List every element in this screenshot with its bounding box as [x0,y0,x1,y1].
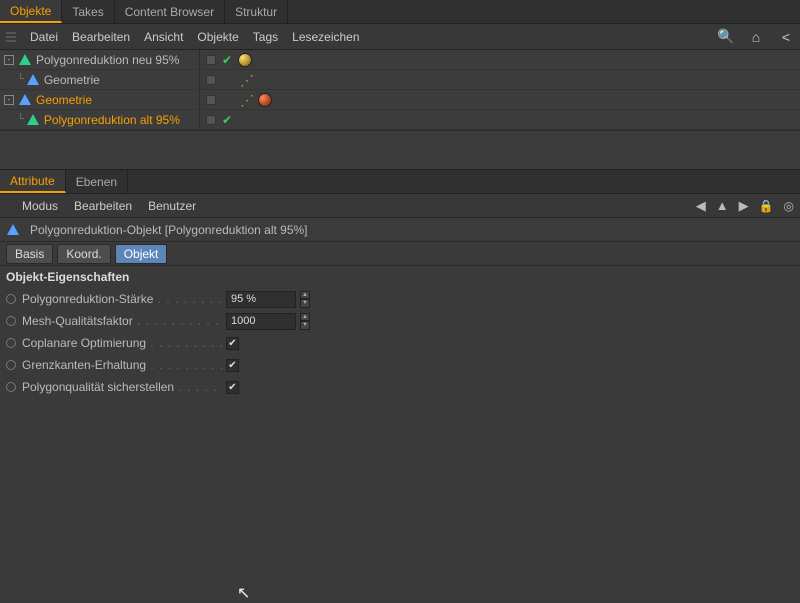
enable-check-icon[interactable]: ✔ [222,53,232,67]
tab-attribute[interactable]: Attribute [0,170,66,193]
cursor-icon: ↖ [237,583,250,603]
polygon-reduction-icon [18,53,32,67]
tree-label: Polygonreduktion neu 95% [36,53,179,67]
chevron-left-icon[interactable]: < [778,29,794,45]
menu-bearbeiten[interactable]: Bearbeiten [72,30,130,44]
prop-row: Coplanare Optimierung ✔ [0,332,800,354]
tree-toggle[interactable]: - [4,95,14,105]
menu-ansicht[interactable]: Ansicht [144,30,183,44]
tree-label: Polygonreduktion alt 95% [44,113,180,127]
tab-objekte[interactable]: Objekte [0,0,62,23]
prop-label: Grenzkanten-Erhaltung [22,358,222,372]
top-panel-tabs: Objekte Takes Content Browser Struktur [0,0,800,24]
objects-menubar: Datei Bearbeiten Ansicht Objekte Tags Le… [0,24,800,50]
menu-objekte[interactable]: Objekte [197,30,238,44]
tree-toggle[interactable]: - [4,55,14,65]
prop-label: Mesh-Qualitätsfaktor [22,314,222,328]
param-bullet-icon[interactable] [6,360,16,370]
quality-checkbox[interactable]: ✔ [226,381,239,394]
visibility-tag[interactable] [206,95,216,105]
param-bullet-icon[interactable] [6,316,16,326]
tree-row[interactable]: └ Geometrie ⋰ [0,70,800,90]
tree-row[interactable]: - Polygonreduktion neu 95% ✔ [0,50,800,70]
prop-label: Polygonqualität sicherstellen [22,380,222,394]
prop-label: Coplanare Optimierung [22,336,222,350]
target-icon[interactable]: ◎ [784,199,794,213]
subtab-basis[interactable]: Basis [6,244,53,264]
search-icon[interactable]: 🔍 [718,29,734,45]
spinner[interactable]: ▲▼ [300,313,310,330]
visibility-tag[interactable] [206,115,216,125]
tab-ebenen[interactable]: Ebenen [66,170,128,193]
prop-row: Mesh-Qualitätsfaktor ▲▼ [0,310,800,332]
geometry-icon [26,73,40,87]
spinner[interactable]: ▲▼ [300,291,310,308]
tree-row[interactable]: └ Polygonreduktion alt 95% ✔ [0,110,800,130]
menu-bearbeiten[interactable]: Bearbeiten [74,199,132,213]
tree-label: Geometrie [36,93,92,107]
menu-tags[interactable]: Tags [253,30,278,44]
polygon-reduction-icon [26,113,40,127]
grip-icon[interactable] [6,32,16,42]
points-tag[interactable]: ⋰ [240,96,252,104]
visibility-tag[interactable] [206,55,216,65]
material-tag[interactable] [238,53,252,67]
coplanar-checkbox[interactable]: ✔ [226,337,239,350]
tree-label: Geometrie [44,73,100,87]
polygon-reduction-icon [6,223,20,237]
attribute-panel-tabs: Attribute Ebenen [0,170,800,194]
enable-check-icon[interactable]: ✔ [222,113,232,127]
subtab-objekt[interactable]: Objekt [115,244,168,264]
mesh-quality-input[interactable] [226,313,296,330]
nav-up-icon[interactable]: ▲ [716,198,729,213]
tree-connector: └ [4,74,24,86]
prop-label: Polygonreduktion-Stärke [22,292,222,306]
menu-lesezeichen[interactable]: Lesezeichen [292,30,359,44]
param-bullet-icon[interactable] [6,382,16,392]
tab-takes[interactable]: Takes [62,0,114,23]
boundary-checkbox[interactable]: ✔ [226,359,239,372]
tree-connector: └ [4,114,24,126]
geometry-icon [18,93,32,107]
nav-back-icon[interactable]: ◀ [696,198,706,214]
prop-row: Grenzkanten-Erhaltung ✔ [0,354,800,376]
subtab-koord[interactable]: Koord. [57,244,110,264]
attribute-subtabs: Basis Koord. Objekt [0,242,800,266]
object-tree: - Polygonreduktion neu 95% ✔ └ Geometrie… [0,50,800,130]
tab-content-browser[interactable]: Content Browser [115,0,225,23]
attribute-header: Polygonreduktion-Objekt [Polygonreduktio… [0,218,800,242]
section-title: Objekt-Eigenschaften [0,266,800,288]
menu-benutzer[interactable]: Benutzer [148,199,196,213]
prop-row: Polygonreduktion-Stärke ▲▼ [0,288,800,310]
material-tag[interactable] [258,93,272,107]
param-bullet-icon[interactable] [6,294,16,304]
prop-row: Polygonqualität sicherstellen ✔ [0,376,800,398]
tab-struktur[interactable]: Struktur [225,0,288,23]
param-bullet-icon[interactable] [6,338,16,348]
tree-row[interactable]: - Geometrie ⋰ [0,90,800,110]
attribute-header-text: Polygonreduktion-Objekt [Polygonreduktio… [30,223,308,237]
home-icon[interactable]: ⌂ [748,29,764,45]
attribute-menubar: Modus Bearbeiten Benutzer ◀ ▲ ▶ 🔒 ◎ [0,194,800,218]
reduction-strength-input[interactable] [226,291,296,308]
points-tag[interactable]: ⋰ [240,76,252,84]
visibility-tag[interactable] [206,75,216,85]
lock-icon[interactable]: 🔒 [759,199,774,213]
panel-divider[interactable] [0,130,800,170]
menu-datei[interactable]: Datei [30,30,58,44]
nav-forward-icon[interactable]: ▶ [739,198,749,214]
menu-modus[interactable]: Modus [22,199,58,213]
